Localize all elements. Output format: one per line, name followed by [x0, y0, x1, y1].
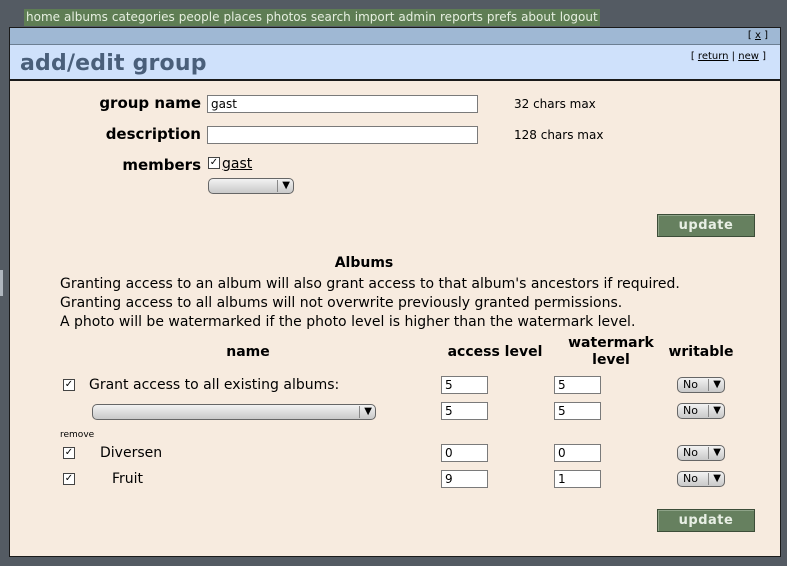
new-link[interactable]: new: [738, 51, 759, 62]
member-checkbox[interactable]: ✓: [208, 157, 220, 169]
albums-heading: Albums: [334, 255, 394, 271]
group-name-input[interactable]: [207, 95, 478, 113]
dropdown-arrow-icon: ▼: [282, 180, 290, 191]
menu-people[interactable]: people: [179, 9, 220, 26]
page-title: add/edit group: [20, 51, 207, 76]
album-select[interactable]: ▼: [92, 404, 376, 420]
group-edit-window: [ x ] add/edit group [ return | new ] gr…: [9, 27, 781, 557]
column-watermark-level: watermark level: [568, 335, 654, 368]
menu-categories[interactable]: categories: [112, 9, 175, 26]
album-row-fruit-watermark-input[interactable]: [554, 470, 601, 488]
dropdown-arrow-icon: ▼: [713, 405, 721, 416]
new-album-access-input[interactable]: [441, 402, 488, 420]
column-name: name: [226, 344, 270, 360]
grant-all-access-input[interactable]: [441, 376, 488, 394]
dropdown-arrow-icon: ▼: [713, 379, 721, 390]
album-row-fruit-name: Fruit: [112, 471, 144, 487]
menu-about[interactable]: about: [521, 9, 556, 26]
album-row-fruit-access-input[interactable]: [441, 470, 488, 488]
album-row-diversen-name: Diversen: [100, 445, 163, 461]
grant-all-writable-select[interactable]: No ▼: [677, 377, 725, 393]
page-header: add/edit group [ return | new ]: [10, 45, 780, 81]
menu-places[interactable]: places: [223, 9, 262, 26]
member-name-link[interactable]: gast: [222, 156, 252, 172]
check-icon: ✓: [209, 157, 219, 168]
members-select[interactable]: ▼: [208, 178, 294, 194]
menu-home[interactable]: home: [26, 9, 60, 26]
grant-all-watermark-input[interactable]: [554, 376, 601, 394]
window-titlebar: [ x ]: [10, 28, 780, 45]
grant-all-checkbox[interactable]: ✓: [63, 379, 75, 391]
menu-prefs[interactable]: prefs: [487, 9, 517, 26]
close-button[interactable]: [ x ]: [748, 30, 768, 41]
left-edge-tab: [0, 270, 3, 296]
album-row-fruit-checkbox[interactable]: ✓: [63, 473, 75, 485]
close-icon: x: [754, 30, 761, 41]
update-button-top[interactable]: update: [657, 214, 755, 237]
menu-reports[interactable]: reports: [440, 9, 483, 26]
header-links: [ return | new ]: [690, 51, 766, 62]
top-menu: home albums categories people places pho…: [24, 9, 600, 26]
menu-logout[interactable]: logout: [560, 9, 598, 26]
albums-info-line-1: Granting access to an album will also gr…: [60, 276, 680, 292]
album-row-diversen-writable-select[interactable]: No ▼: [677, 445, 725, 461]
dropdown-arrow-icon: ▼: [713, 473, 721, 484]
album-row-fruit-writable-select[interactable]: No ▼: [677, 471, 725, 487]
check-icon: ✓: [64, 379, 74, 390]
description-input[interactable]: [207, 126, 478, 144]
menu-search[interactable]: search: [311, 9, 351, 26]
check-icon: ✓: [64, 473, 74, 484]
group-name-label: group name: [99, 94, 201, 112]
description-label: description: [105, 125, 201, 143]
album-row-diversen-checkbox[interactable]: ✓: [63, 447, 75, 459]
update-button-bottom[interactable]: update: [657, 509, 755, 532]
grant-all-label: Grant access to all existing albums:: [89, 377, 340, 393]
description-hint: 128 chars max: [514, 128, 604, 142]
dropdown-arrow-icon: ▼: [713, 447, 721, 458]
column-access-level: access level: [447, 344, 543, 360]
return-link[interactable]: return: [698, 51, 729, 62]
new-album-writable-select[interactable]: No ▼: [677, 403, 725, 419]
menu-admin[interactable]: admin: [398, 9, 436, 26]
menu-photos[interactable]: photos: [266, 9, 307, 26]
group-name-hint: 32 chars max: [514, 97, 596, 111]
menu-albums[interactable]: albums: [64, 9, 108, 26]
albums-info-line-3: A photo will be watermarked if the photo…: [60, 314, 636, 330]
album-row-diversen-access-input[interactable]: [441, 444, 488, 462]
remove-label: remove: [60, 430, 95, 440]
column-writable: writable: [668, 344, 734, 360]
menu-import[interactable]: import: [355, 9, 395, 26]
album-row-diversen-watermark-input[interactable]: [554, 444, 601, 462]
albums-info-line-2: Granting access to all albums will not o…: [60, 295, 623, 311]
dropdown-arrow-icon: ▼: [364, 406, 372, 417]
check-icon: ✓: [64, 447, 74, 458]
members-label: members: [122, 156, 201, 174]
new-album-watermark-input[interactable]: [554, 402, 601, 420]
